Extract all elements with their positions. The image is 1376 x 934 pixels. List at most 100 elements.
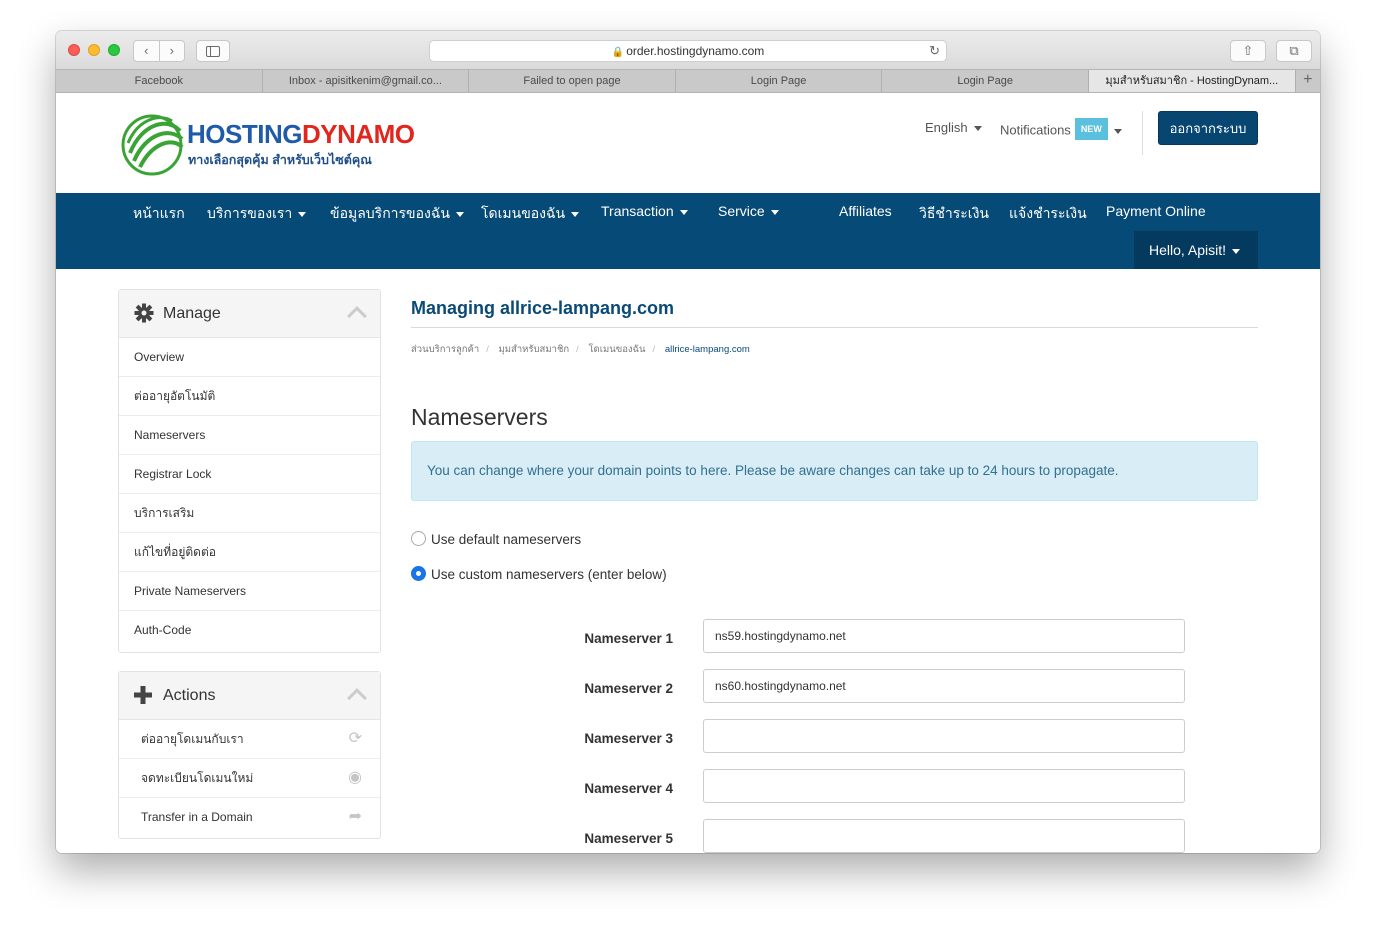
info-alert: You can change where your domain points …: [411, 441, 1258, 501]
caret-down-icon: [679, 209, 688, 215]
nameserver-4-input[interactable]: [703, 769, 1185, 803]
caret-down-icon: [298, 211, 307, 217]
sidebar-item-nameservers[interactable]: Nameservers: [119, 416, 380, 455]
nameserver-1-input[interactable]: [703, 619, 1185, 653]
close-window-icon[interactable]: [68, 44, 80, 56]
nameserver-1-label: Nameserver 1: [584, 631, 673, 646]
logout-button[interactable]: ออกจากระบบ: [1158, 111, 1258, 145]
nameserver-3-input[interactable]: [703, 719, 1185, 753]
nav-item-service[interactable]: Service: [718, 203, 779, 219]
lock-icon: 🔒: [611, 47, 625, 58]
action-register-domain[interactable]: จดทะเบียนโดเมนใหม่ ◉: [119, 759, 380, 798]
share-button[interactable]: ⇧: [1230, 40, 1266, 62]
gear-icon: [134, 303, 154, 323]
plus-icon: [134, 686, 152, 704]
address-bar[interactable]: 🔒 order.hostingdynamo.com ↻: [429, 40, 947, 62]
sidebar-icon: [206, 46, 220, 57]
sidebar-item-addons[interactable]: บริการเสริม: [119, 494, 380, 533]
nav-item-transaction[interactable]: Transaction: [601, 203, 688, 219]
breadcrumb: ส่วนบริการลูกค้า / มุมสำหรับสมาชิก / โดเมน…: [411, 344, 750, 355]
actions-panel-header[interactable]: Actions: [119, 672, 380, 720]
browser-tab[interactable]: Login Page: [676, 70, 883, 92]
radio-button[interactable]: [411, 530, 426, 546]
nav-item-affiliates[interactable]: Affiliates: [839, 203, 892, 219]
nav-item-home[interactable]: หน้าแรก: [133, 203, 185, 225]
radio-custom-nameservers[interactable]: Use custom nameservers (enter below): [411, 565, 667, 584]
manage-panel-header[interactable]: Manage: [119, 290, 380, 338]
notifications-dropdown[interactable]: Notifications NEW: [1000, 118, 1122, 142]
breadcrumb-item[interactable]: มุมสำหรับสมาชิก: [499, 344, 570, 355]
nav-item-my-domains[interactable]: โดเมนของฉัน: [481, 203, 580, 225]
nameserver-4-label: Nameserver 4: [584, 781, 673, 796]
minimize-window-icon[interactable]: [88, 44, 100, 56]
globe-icon: ◉: [348, 769, 362, 786]
site-logo[interactable]: HOSTINGDYNAMO ทางเลือกสุดคุ้ม สำหรับเว็บ…: [120, 109, 415, 179]
nameserver-2-label: Nameserver 2: [584, 681, 673, 696]
nameserver-2-input[interactable]: [703, 669, 1185, 703]
radio-button-selected[interactable]: [411, 565, 426, 581]
sidebar-item-auth-code[interactable]: Auth-Code: [119, 611, 380, 650]
nav-item-payment-notice[interactable]: แจ้งชำระเงิน: [1009, 203, 1087, 225]
action-transfer-domain[interactable]: Transfer in a Domain ➦: [119, 798, 380, 837]
reload-icon[interactable]: ↻: [929, 41, 940, 61]
caret-down-icon: [1232, 248, 1241, 254]
chevron-up-icon[interactable]: [347, 306, 367, 326]
nav-item-payment-online[interactable]: Payment Online: [1106, 203, 1206, 219]
share-arrow-icon: ➦: [348, 808, 362, 825]
sidebar-item-auto-renew[interactable]: ต่ออายุอัตโนมัติ: [119, 377, 380, 416]
new-badge: NEW: [1074, 118, 1108, 140]
browser-tab[interactable]: Login Page: [882, 70, 1089, 92]
radio-default-nameservers[interactable]: Use default nameservers: [411, 530, 581, 549]
sidebar-item-registrar-lock[interactable]: Registrar Lock: [119, 455, 380, 494]
forward-icon[interactable]: ›: [158, 41, 185, 61]
show-tabs-button[interactable]: ⧉: [1276, 40, 1312, 62]
browser-tab[interactable]: Failed to open page: [469, 70, 676, 92]
nameserver-5-input[interactable]: [703, 819, 1185, 853]
caret-down-icon: [770, 209, 779, 215]
share-icon: ⇧: [1242, 43, 1254, 58]
new-tab-button[interactable]: +: [1296, 70, 1320, 92]
chevron-up-icon[interactable]: [347, 688, 367, 708]
notifications-label: Notifications: [1000, 122, 1071, 138]
language-dropdown[interactable]: English: [925, 120, 982, 135]
manage-title: Manage: [163, 305, 221, 322]
header-divider: [1142, 111, 1143, 155]
sidebar-toggle-button[interactable]: [196, 40, 230, 62]
breadcrumb-item[interactable]: ส่วนบริการลูกค้า: [411, 344, 479, 355]
browser-window: ‹ › 🔒 order.hostingdynamo.com ↻ ⇧ ⧉ Faceb…: [56, 31, 1320, 853]
browser-tab[interactable]: Inbox - apisitkenim@gmail.co...: [263, 70, 470, 92]
caret-down-icon: [973, 126, 982, 132]
tabs-overview-icon: ⧉: [1289, 43, 1299, 58]
browser-tab-active[interactable]: มุมสำหรับสมาชิก - HostingDynam...: [1088, 70, 1296, 92]
action-label: จดทะเบียนโดเมนใหม่: [141, 771, 254, 785]
breadcrumb-current: allrice-lampang.com: [664, 344, 750, 355]
back-forward-buttons: ‹ ›: [133, 40, 185, 62]
action-renew-domain[interactable]: ต่ออายุโดเมนกับเรา ⟳: [119, 720, 380, 759]
radio-label: Use custom nameservers (enter below): [431, 567, 667, 582]
actions-panel: Actions ต่ออายุโดเมนกับเรา ⟳ จดทะเบียนโด…: [118, 671, 381, 839]
site-header: HOSTINGDYNAMO ทางเลือกสุดคุ้ม สำหรับเว็บ…: [56, 93, 1320, 193]
sidebar-item-contact-info[interactable]: แก้ไขที่อยู่ติดต่อ: [119, 533, 380, 572]
language-label: English: [925, 120, 968, 135]
sidebar-item-private-nameservers[interactable]: Private Nameservers: [119, 572, 380, 611]
caret-down-icon: [1113, 128, 1122, 134]
logo-wordmark: HOSTINGDYNAMO: [187, 119, 415, 149]
nav-item-payment-methods[interactable]: วิธีชำระเงิน: [919, 203, 989, 225]
main-nav: หน้าแรก บริการของเรา ข้อมูลบริการของฉัน …: [56, 193, 1320, 269]
browser-toolbar: ‹ › 🔒 order.hostingdynamo.com ↻ ⇧ ⧉: [56, 31, 1320, 69]
nav-item-our-services[interactable]: บริการของเรา: [207, 203, 307, 225]
manage-panel: Manage Overview ต่ออายุอัตโนมัติ Nameser…: [118, 289, 381, 653]
action-label: ต่ออายุโดเมนกับเรา: [141, 732, 244, 746]
back-icon[interactable]: ‹: [134, 41, 159, 61]
nameserver-5-label: Nameserver 5: [584, 831, 673, 846]
user-menu[interactable]: Hello, Apisit!: [1134, 231, 1258, 269]
refresh-icon: ⟳: [348, 730, 362, 747]
browser-tab[interactable]: Facebook: [56, 70, 263, 92]
sidebar-item-overview[interactable]: Overview: [119, 338, 380, 377]
user-greeting: Hello, Apisit!: [1149, 242, 1227, 258]
nav-item-my-services[interactable]: ข้อมูลบริการของฉัน: [330, 203, 464, 225]
zoom-window-icon[interactable]: [108, 44, 120, 56]
breadcrumb-item[interactable]: โดเมนของฉัน: [588, 344, 645, 355]
title-divider: [411, 327, 1258, 328]
nameserver-3-label: Nameserver 3: [584, 731, 673, 746]
